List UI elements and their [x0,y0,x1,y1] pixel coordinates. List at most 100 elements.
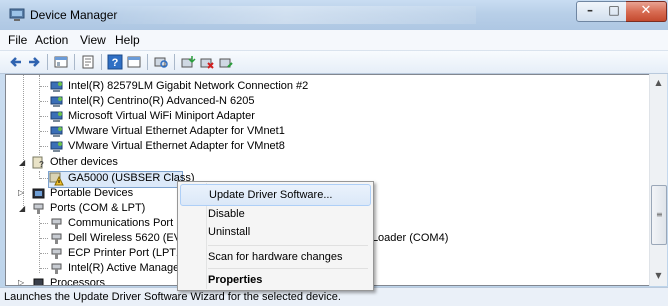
tree-row[interactable]: Intel(R) Centrino(R) Advanced-N 6205 [6,94,606,109]
minimize-button[interactable]: – [576,1,604,22]
tree-row-label: Communications Port [68,217,174,229]
grip-icon: ≡ [656,210,663,219]
port-icon [51,233,62,244]
expand-triangle-icon[interactable]: ▷ [18,189,26,197]
expand-triangle-icon[interactable]: ▷ [18,279,26,286]
network-adapter-icon [50,96,63,107]
menu-help[interactable]: Help [115,33,140,47]
tree-row-label: ECP Printer Port (LPT1 [68,247,183,259]
device-manager-window: Device Manager – □ ✕ File Action View He… [0,0,668,306]
menu-file[interactable]: File [8,33,27,47]
help-icon[interactable]: ? [107,54,123,70]
port-icon [51,248,62,259]
tree-row-label: Portable Devices [50,187,134,199]
menu-separator [208,268,368,269]
ports-icon [33,203,44,214]
show-hide-tree-icon[interactable] [53,54,69,70]
close-icon: ✕ [640,3,652,18]
tree-row-label: Ports (COM & LPT) [50,202,146,214]
update-driver-software-menu-item[interactable]: Update Driver Software... [180,184,371,206]
toolbar-separator [74,54,75,70]
tree-connector [40,116,48,117]
scroll-up-button[interactable]: ▲ [650,74,667,91]
tree-row-label: Dell Wireless 5620 (EV- [68,232,185,244]
tree-row[interactable]: VMware Virtual Ethernet Adapter for VMne… [6,139,606,154]
tree-connector [40,238,48,239]
menu-item-label: Update Driver Software... [209,189,333,201]
tree-connector [40,178,48,179]
network-adapter-icon [50,141,63,152]
tree-row-label: Microsoft Virtual WiFi Miniport Adapter [68,110,255,122]
tree-row-label: Intel(R) 82579LM Gigabit Network Connect… [68,80,309,92]
scroll-up-icon: ▲ [655,78,662,87]
update-driver-icon[interactable] [180,54,196,70]
menu-action[interactable]: Action [35,33,68,47]
minimize-icon: – [587,3,593,17]
menu-item-label: Uninstall [208,226,251,238]
tree-connector [40,101,48,102]
collapse-triangle-icon[interactable]: ◢ [19,205,27,213]
scroll-down-icon: ▼ [655,271,662,280]
menu-separator [208,245,368,246]
tree-row-label: VMware Virtual Ethernet Adapter for VMne… [68,140,285,152]
menu-bar: File Action View Help [0,30,668,51]
svg-text:?: ? [39,160,44,169]
tree-connector [40,146,48,147]
tree-connector [40,223,48,224]
network-adapter-icon [50,126,63,137]
scroll-thumb[interactable]: ≡ [651,185,667,245]
menu-view[interactable]: View [80,33,106,47]
network-adapter-icon [50,81,63,92]
view-icon[interactable] [126,54,142,70]
disable-menu-item[interactable]: Disable [180,204,369,224]
disable-icon[interactable] [218,54,234,70]
menu-item-label: Scan for hardware changes [208,251,343,263]
toolbar-separator [174,54,175,70]
tree-connector [40,131,48,132]
tree-connector [40,268,48,269]
title-bar-glass [96,6,476,24]
maximize-button[interactable]: □ [602,1,627,22]
tree-row-label: Other devices [50,156,118,168]
vertical-scrollbar[interactable]: ▲ ≡ ▼ [649,74,667,286]
device-manager-icon [9,8,25,21]
warning-device-icon [49,172,64,186]
properties-icon[interactable] [80,54,96,70]
scroll-down-button[interactable]: ▼ [650,267,667,284]
svg-text:?: ? [112,57,119,69]
maximize-icon: □ [608,3,620,17]
toolbar: ? [0,51,668,74]
network-adapter-icon [50,111,63,122]
title-bar[interactable]: Device Manager – □ ✕ [0,0,668,30]
collapse-triangle-icon[interactable]: ◢ [19,159,27,167]
uninstall-menu-item[interactable]: Uninstall [180,222,369,242]
tree-row-label-tail: DLoader (COM4) [364,232,449,244]
toolbar-separator [47,54,48,70]
tree-category-other-devices[interactable]: ◢ ? Other devices [6,155,606,170]
tree-row[interactable]: Intel(R) 82579LM Gigabit Network Connect… [6,79,606,94]
tree-row[interactable]: Microsoft Virtual WiFi Miniport Adapter [6,109,606,124]
menu-item-label: Disable [208,208,245,220]
toolbar-separator [101,54,102,70]
forward-arrow-icon[interactable] [26,54,42,70]
scan-hardware-menu-item[interactable]: Scan for hardware changes [180,247,369,267]
tree-row-label: Intel(R) Active Manage [68,262,180,274]
tree-row[interactable]: VMware Virtual Ethernet Adapter for VMne… [6,124,606,139]
scan-hardware-icon[interactable] [153,54,169,70]
tree-connector [40,86,48,87]
tree-row-label: Intel(R) Centrino(R) Advanced-N 6205 [68,95,255,107]
close-button[interactable]: ✕ [626,1,667,22]
portable-devices-icon [32,188,45,199]
other-devices-icon: ? [32,156,44,169]
tree-row-label: GA5000 (USBSER Class) [68,172,195,184]
port-icon [51,218,62,229]
tree-connector [40,253,48,254]
toolbar-separator [147,54,148,70]
tree-row-label: Processors [50,277,106,286]
properties-menu-item[interactable]: Properties [180,270,369,290]
back-arrow-icon[interactable] [8,54,24,70]
uninstall-icon[interactable] [199,54,215,70]
tree-row-label: VMware Virtual Ethernet Adapter for VMne… [68,125,285,137]
context-menu: Update Driver Software... Disable Uninst… [177,181,374,291]
port-icon [51,263,62,274]
